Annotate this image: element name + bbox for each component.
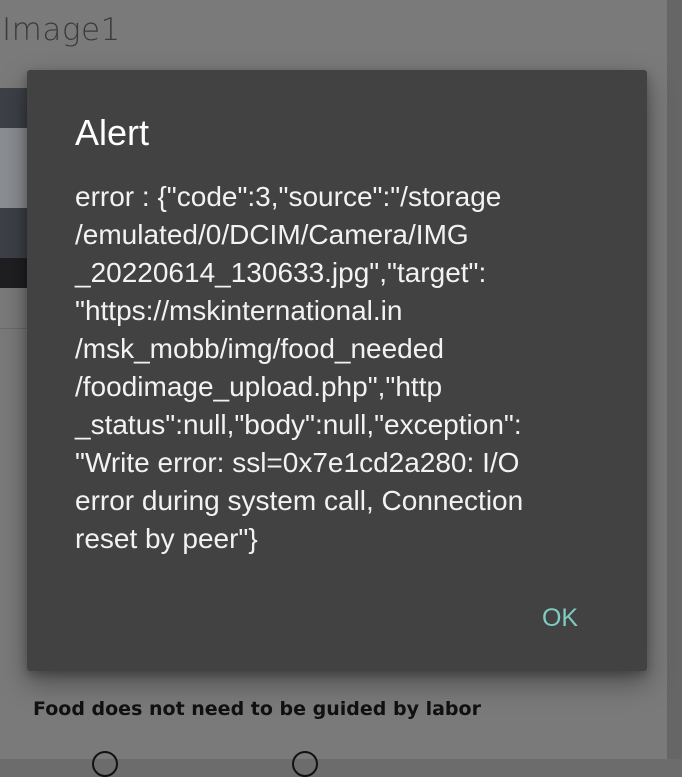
dialog-title: Alert xyxy=(75,112,150,153)
background-edge xyxy=(667,0,682,759)
alert-dialog: Alert error : {"code":3,"source":"/stora… xyxy=(27,70,647,671)
ok-button[interactable]: OK xyxy=(527,596,593,640)
message-line: "Write error: ssl=0x7e1cd2a280: I/O xyxy=(75,447,520,478)
message-line: error : {"code":3,"source":"/storage xyxy=(75,181,502,212)
message-line: /foodimage_upload.php","http xyxy=(75,371,443,402)
question-label: Food does not need to be guided by labor xyxy=(33,698,481,720)
message-line: _20220614_130633.jpg","target": xyxy=(75,257,487,288)
image-thumbnail-sheet xyxy=(0,128,30,208)
message-line: reset by peer"} xyxy=(75,523,258,554)
image-thumbnail xyxy=(0,88,30,288)
message-line: error during system call, Connection xyxy=(75,485,524,516)
radio-option-2[interactable] xyxy=(292,751,318,777)
page-title: Image1 xyxy=(2,12,121,48)
divider xyxy=(0,328,30,329)
message-line: /emulated/0/DCIM/Camera/IMG xyxy=(75,219,469,250)
message-line: /msk_mobb/img/food_needed xyxy=(75,333,444,364)
dialog-message: error : {"code":3,"source":"/storage /em… xyxy=(75,178,615,558)
message-line: _status":null,"body":null,"exception": xyxy=(75,409,522,440)
message-line: "https://mskinternational.in xyxy=(75,295,403,326)
radio-option-1[interactable] xyxy=(92,751,118,777)
image-thumbnail-shadow xyxy=(0,258,30,288)
